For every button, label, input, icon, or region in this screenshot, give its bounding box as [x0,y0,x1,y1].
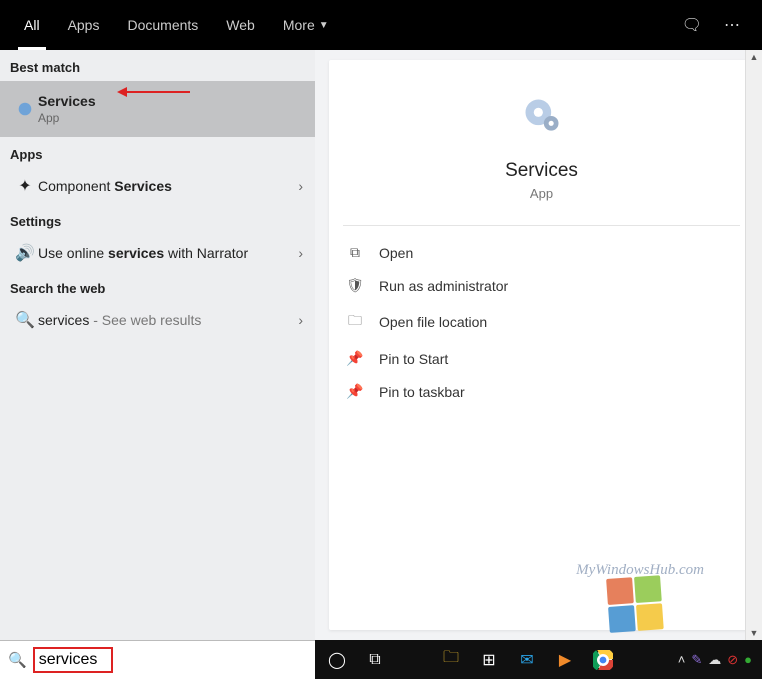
scrollbar[interactable]: ▲ ▼ [745,50,762,640]
admin-icon: 🛡 [345,277,365,294]
action-pin-to-taskbar[interactable]: 📌 Pin to taskbar [343,375,740,408]
label-match: services [108,245,164,261]
taskbar-media[interactable]: ▶ [547,644,583,676]
result-services-app[interactable]: Services App [0,81,315,137]
search-results-area: Best match Services App Apps ✦ Component… [0,50,762,640]
services-app-icon [518,92,566,140]
details-card: Services App ⧉ Open 🛡 Run as administrat… [329,60,754,630]
tab-label: All [24,17,40,33]
folder-icon: 🗀 [345,310,365,334]
label-match: Services [114,178,172,194]
chevron-right-icon: › [298,245,303,261]
taskbar-taskview[interactable]: ⧉ [357,644,393,676]
search-icon: 🔍 [8,651,27,669]
label-prefix: Use online [38,245,108,261]
action-open[interactable]: ⧉ Open [343,236,740,269]
chevron-down-icon: ▼ [319,20,329,31]
divider [343,225,740,226]
tray-app-icon[interactable]: ✎ [691,652,702,668]
tab-label: More [283,17,315,33]
action-label: Open [379,245,413,261]
taskbar-cortana[interactable]: ◯ [319,644,355,676]
system-tray: ˄ ✎ ☁ ⊘ ● [678,652,758,668]
scroll-up-icon[interactable]: ▲ [750,52,759,62]
section-settings: Settings [0,204,315,235]
result-title: Services [38,93,303,109]
tabbar-actions: 🗨 ⋯ [682,15,752,35]
taskbar-chrome[interactable] [585,644,621,676]
label-suffix: - See web results [89,312,201,328]
section-web: Search the web [0,271,315,302]
result-web-search[interactable]: 🔍 services - See web results › [0,302,315,338]
chevron-right-icon: › [298,312,303,328]
action-label: Run as administrator [379,278,508,294]
section-apps: Apps [0,137,315,168]
details-type: App [530,186,553,201]
details-title: Services [505,160,578,182]
label-prefix: Component [38,178,114,194]
details-pane: Services App ⧉ Open 🛡 Run as administrat… [315,50,762,640]
feedback-icon[interactable]: 🗨 [682,15,702,35]
action-run-as-admin[interactable]: 🛡 Run as administrator [343,269,740,302]
action-pin-to-start[interactable]: 📌 Pin to Start [343,342,740,375]
action-label: Pin to taskbar [379,384,465,400]
tab-list: All Apps Documents Web More ▼ [10,0,343,50]
taskbar-edge[interactable] [395,644,431,676]
result-component-services[interactable]: ✦ Component Services › [0,168,315,204]
action-open-file-location[interactable]: 🗀 Open file location [343,302,740,342]
tab-apps[interactable]: Apps [54,0,114,50]
action-label: Open file location [379,314,487,330]
tab-web[interactable]: Web [212,0,269,50]
label-term: services [38,312,89,328]
annotation-arrow [120,91,190,93]
results-list: Best match Services App Apps ✦ Component… [0,50,315,640]
label-suffix: with Narrator [164,245,248,261]
result-narrator-setting[interactable]: 🔊 Use online services with Narrator › [0,235,315,271]
taskbar-store[interactable]: ⊞ [471,644,507,676]
pin-icon: 📌 [345,350,365,367]
tab-all[interactable]: All [10,0,54,50]
tray-security-icon[interactable]: ⊘ [727,652,738,668]
search-bar: 🔍 [0,640,315,679]
tray-status-icon[interactable]: ● [744,652,752,667]
chevron-right-icon: › [298,178,303,194]
narrator-icon: 🔊 [12,243,38,263]
taskbar-file-explorer[interactable]: 🗀 [433,644,469,676]
tab-label: Documents [127,17,198,33]
tab-label: Apps [68,17,100,33]
tab-documents[interactable]: Documents [113,0,212,50]
search-input[interactable] [33,647,113,673]
search-icon: 🔍 [12,310,38,330]
tab-more[interactable]: More ▼ [269,0,343,50]
section-best-match: Best match [0,50,315,81]
services-icon [12,100,38,118]
taskbar: ◯ ⧉ 🗀 ⊞ ✉ ▶ ˄ ✎ ☁ ⊘ ● [315,640,762,679]
pin-icon: 📌 [345,383,365,400]
result-subtype: App [38,111,303,125]
more-options-icon[interactable]: ⋯ [724,15,740,35]
tray-chevron-icon[interactable]: ˄ [678,652,686,667]
tray-onedrive-icon[interactable]: ☁ [708,652,721,668]
search-filter-tabbar: All Apps Documents Web More ▼ 🗨 ⋯ [0,0,762,50]
result-text: services - See web results [38,312,298,328]
open-icon: ⧉ [345,244,365,261]
action-list: ⧉ Open 🛡 Run as administrator 🗀 Open fil… [343,236,740,408]
tab-label: Web [226,17,255,33]
result-text: Services App [38,93,303,125]
action-label: Pin to Start [379,351,448,367]
taskbar-mail[interactable]: ✉ [509,644,545,676]
component-services-icon: ✦ [12,176,38,196]
result-text: Use online services with Narrator [38,245,298,261]
result-text: Component Services [38,178,298,194]
scroll-down-icon[interactable]: ▼ [750,628,759,638]
